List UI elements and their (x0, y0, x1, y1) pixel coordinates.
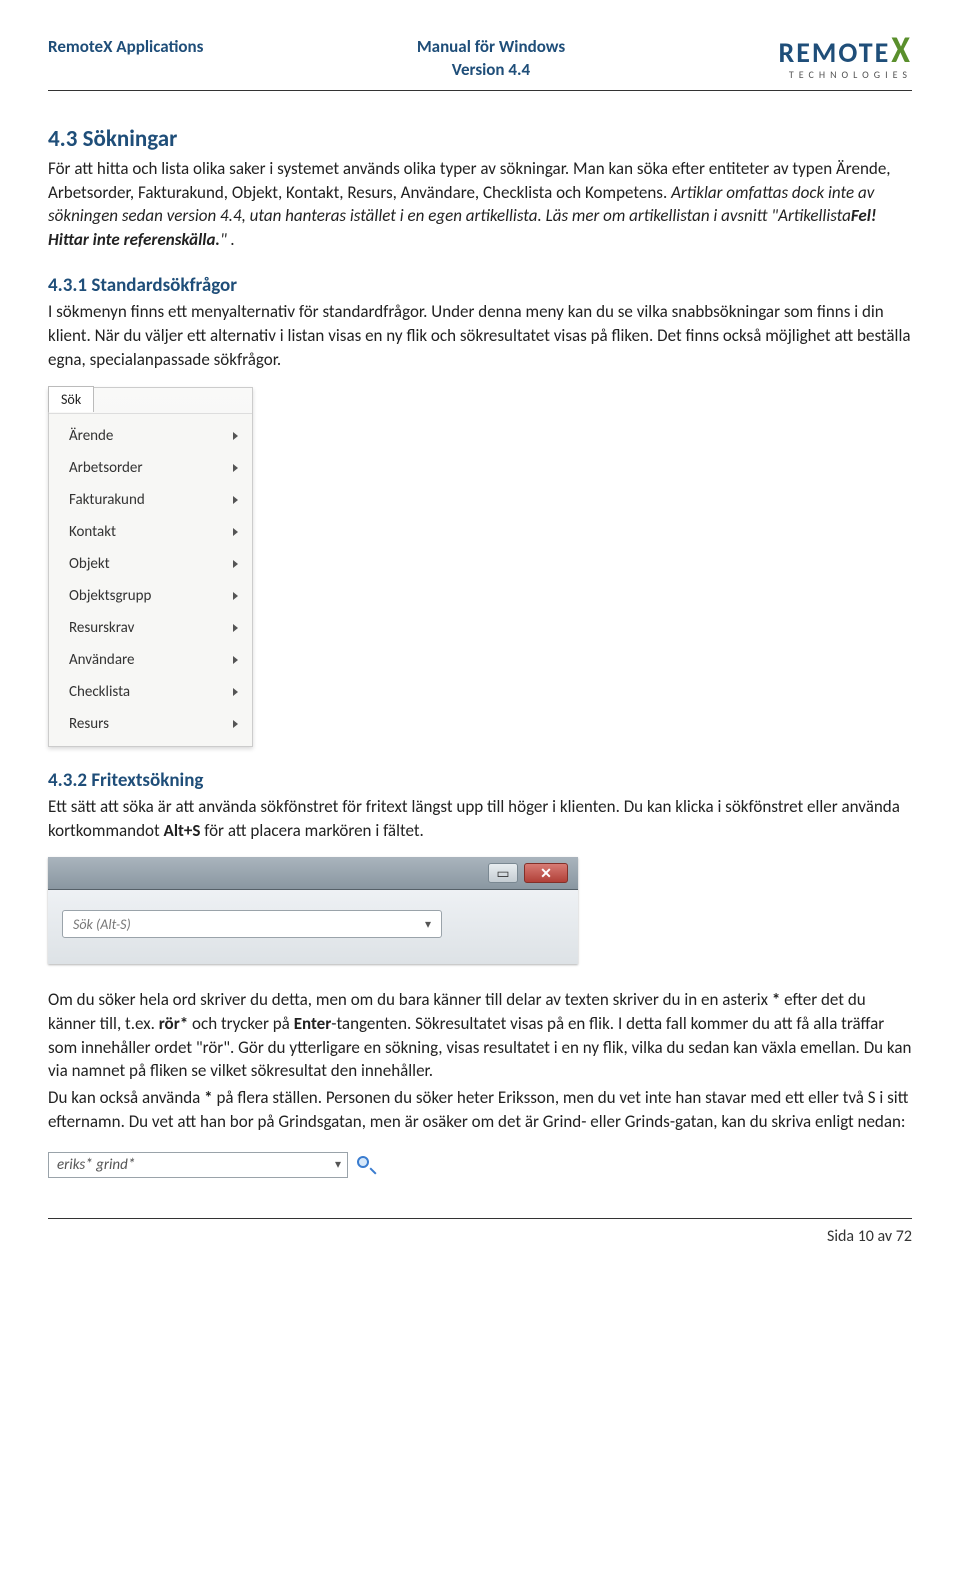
menu-item-label: Kontakt (69, 523, 116, 541)
chevron-right-icon (233, 688, 238, 696)
chevron-right-icon (233, 528, 238, 536)
menu-item-fakturakund[interactable]: Fakturakund (49, 484, 252, 516)
menu-item-label: Resurs (69, 715, 109, 733)
heading-4-3-1: 4.3.1 Standardsökfrågor (48, 274, 912, 297)
chevron-right-icon (233, 432, 238, 440)
logo-x-icon: X (891, 32, 912, 69)
chevron-right-icon (233, 624, 238, 632)
para-bold: rör* (159, 1013, 188, 1034)
para-4-3-1: I sökmenyn finns ett menyalternativ för … (48, 300, 912, 371)
logo: REMOTE X TECHNOLOGIES (779, 36, 912, 81)
para-4-3: För att hitta och lista olika saker i sy… (48, 157, 912, 252)
search-placeholder: Sök (Alt-S) (73, 916, 421, 933)
menu-item-checklista[interactable]: Checklista (49, 676, 252, 708)
search-icon[interactable] (356, 1155, 376, 1175)
menu-item-label: Resurskrav (69, 619, 134, 637)
menu-item-label: Arbetsorder (69, 459, 143, 477)
menu-item-label: Objekt (69, 555, 110, 573)
menu-item-resurskrav[interactable]: Resurskrav (49, 612, 252, 644)
menu-item-kontakt[interactable]: Kontakt (49, 516, 252, 548)
header-left: RemoteX Applications (48, 36, 203, 57)
chevron-right-icon (233, 496, 238, 504)
maximize-button[interactable]: ▭ (488, 863, 518, 883)
para-bold: Alt+S (164, 820, 201, 841)
menu-item-resurs[interactable]: Resurs (49, 708, 252, 740)
header-version: Version 4.4 (417, 59, 565, 82)
header-title: Manual för Windows (417, 36, 565, 59)
close-button[interactable]: ✕ (524, 863, 568, 883)
menu-item-label: Ärende (69, 427, 113, 445)
logo-main: REMOTE (779, 39, 891, 67)
chevron-right-icon (233, 464, 238, 472)
chevron-right-icon (233, 720, 238, 728)
footer-rule (48, 1218, 912, 1219)
menu-item-label: Checklista (69, 683, 130, 701)
header-center: Manual för Windows Version 4.4 (417, 36, 565, 82)
para-4-3-2b: Om du söker hela ord skriver du detta, m… (48, 988, 912, 1083)
menu-item-label: Fakturakund (69, 491, 145, 509)
page-footer: Sida 10 av 72 (48, 1227, 912, 1246)
menu-item-arende[interactable]: Ärende (49, 420, 252, 452)
search-menu-screenshot: Sök Ärende Arbetsorder Fakturakund Konta… (48, 387, 253, 747)
menu-tab-sok[interactable]: Sök (48, 386, 94, 412)
heading-4-3-2: 4.3.2 Fritextsökning (48, 769, 912, 792)
para-text: och trycker på (188, 1013, 293, 1034)
search-input[interactable]: Sök (Alt-S) ▾ (62, 910, 442, 938)
para-text: Du kan också använda (48, 1087, 204, 1108)
titlebar: ▭ ✕ (48, 857, 578, 890)
chevron-right-icon (233, 560, 238, 568)
menu-item-anvandare[interactable]: Användare (49, 644, 252, 676)
small-search-screenshot: eriks* grind* ▾ (48, 1152, 912, 1178)
dropdown-icon[interactable]: ▾ (335, 1157, 341, 1172)
chevron-right-icon (233, 592, 238, 600)
para-4-3-end: " . (220, 229, 235, 250)
para-bold: Enter (294, 1013, 332, 1034)
dropdown-icon[interactable]: ▾ (421, 917, 435, 932)
heading-4-3: 4.3 Sökningar (48, 125, 912, 153)
menu-item-objektsgrupp[interactable]: Objektsgrupp (49, 580, 252, 612)
menu-item-label: Användare (69, 651, 135, 669)
menu-item-label: Objektsgrupp (69, 587, 151, 605)
para-4-3-2a: Ett sätt att söka är att använda sökföns… (48, 795, 912, 843)
para-bold: * (204, 1087, 212, 1108)
para-4-3-2c: Du kan också använda * på flera ställen.… (48, 1086, 912, 1134)
header-rule (48, 90, 912, 91)
para-text: Om du söker hela ord skriver du detta, m… (48, 989, 772, 1010)
search-window-screenshot: ▭ ✕ Sök (Alt-S) ▾ (48, 857, 578, 964)
para-text: för att placera markören i fältet. (200, 820, 423, 841)
small-search-input[interactable]: eriks* grind* ▾ (48, 1152, 348, 1178)
page-header: RemoteX Applications Manual för Windows … (48, 36, 912, 82)
small-search-value: eriks* grind* (57, 1156, 135, 1174)
chevron-right-icon (233, 656, 238, 664)
menu-item-objekt[interactable]: Objekt (49, 548, 252, 580)
menu-item-arbetsorder[interactable]: Arbetsorder (49, 452, 252, 484)
